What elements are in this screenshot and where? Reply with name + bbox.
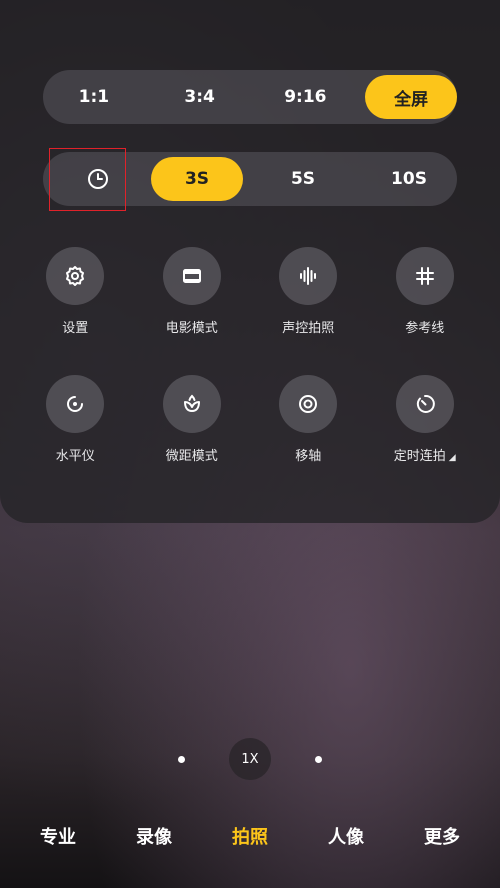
zoom-button[interactable]: 1X xyxy=(229,738,271,780)
mode-portrait[interactable]: 人像 xyxy=(328,823,364,849)
tools-row-2: 水平仪 微距模式 移轴 定时连拍 ◢ xyxy=(17,375,483,464)
mode-pro[interactable]: 专业 xyxy=(40,823,76,849)
timer-selector: 3S 5S 10S xyxy=(43,152,457,206)
voice-shutter-label: 声控拍照 xyxy=(282,321,335,336)
ratio-3-4-option[interactable]: 3:4 xyxy=(154,75,246,119)
grid-lines-label: 参考线 xyxy=(405,321,445,336)
movie-mode-label: 电影模式 xyxy=(165,321,218,336)
mode-more[interactable]: 更多 xyxy=(424,823,460,849)
zoom-controls: 1X xyxy=(0,738,500,780)
zoom-dot-right[interactable] xyxy=(315,755,322,763)
macro-mode-tool[interactable]: 微距模式 xyxy=(134,375,251,464)
tilt-shift-tool[interactable]: 移轴 xyxy=(250,375,367,464)
mode-video[interactable]: 录像 xyxy=(136,823,172,849)
timer-10s-option[interactable]: 10S xyxy=(363,157,455,201)
macro-flower-icon xyxy=(183,394,200,412)
timer-burst-label: 定时连拍 ◢ xyxy=(393,449,456,464)
clock-icon xyxy=(88,169,108,189)
timer-burst-icon xyxy=(416,394,435,413)
level-label: 水平仪 xyxy=(55,449,95,464)
ratio-9-16-option[interactable]: 9:16 xyxy=(260,75,352,119)
settings-tool-label: 设置 xyxy=(62,321,89,336)
gear-icon xyxy=(66,266,85,286)
timer-5s-option[interactable]: 5S xyxy=(257,157,349,201)
expand-triangle-icon: ◢ xyxy=(448,453,456,463)
grid-lines-tool[interactable]: 参考线 xyxy=(367,247,484,336)
timer-toggle-button[interactable] xyxy=(48,157,148,201)
level-icon xyxy=(67,396,84,412)
tools-row-1: 设置 电影模式 声控拍照 参考线 xyxy=(17,247,483,336)
settings-tool[interactable]: 设置 xyxy=(17,247,134,336)
timer-3s-option[interactable]: 3S xyxy=(151,157,243,201)
ratio-fullscreen-option[interactable]: 全屏 xyxy=(365,75,457,119)
voice-shutter-tool[interactable]: 声控拍照 xyxy=(250,247,367,336)
level-tool[interactable]: 水平仪 xyxy=(17,375,134,464)
tilt-shift-icon xyxy=(299,395,318,413)
mode-photo[interactable]: 拍照 xyxy=(232,823,268,849)
timer-burst-tool[interactable]: 定时连拍 ◢ xyxy=(367,375,484,464)
ratio-1-1-option[interactable]: 1:1 xyxy=(48,75,140,119)
grid-hash-icon xyxy=(415,267,434,285)
movie-frame-icon xyxy=(182,269,201,283)
zoom-dot-left[interactable] xyxy=(178,755,185,763)
movie-mode-tool[interactable]: 电影模式 xyxy=(134,247,251,336)
aspect-ratio-selector: 1:1 3:4 9:16 全屏 xyxy=(43,70,457,124)
camera-mode-bar: 专业 录像 拍照 人像 更多 xyxy=(0,820,500,852)
macro-mode-label: 微距模式 xyxy=(165,449,218,464)
tilt-shift-label: 移轴 xyxy=(295,449,322,464)
sound-wave-icon xyxy=(300,267,317,285)
settings-panel: 1:1 3:4 9:16 全屏 3S 5S 10S 设置 电影模式 声控拍照 参… xyxy=(0,0,500,523)
